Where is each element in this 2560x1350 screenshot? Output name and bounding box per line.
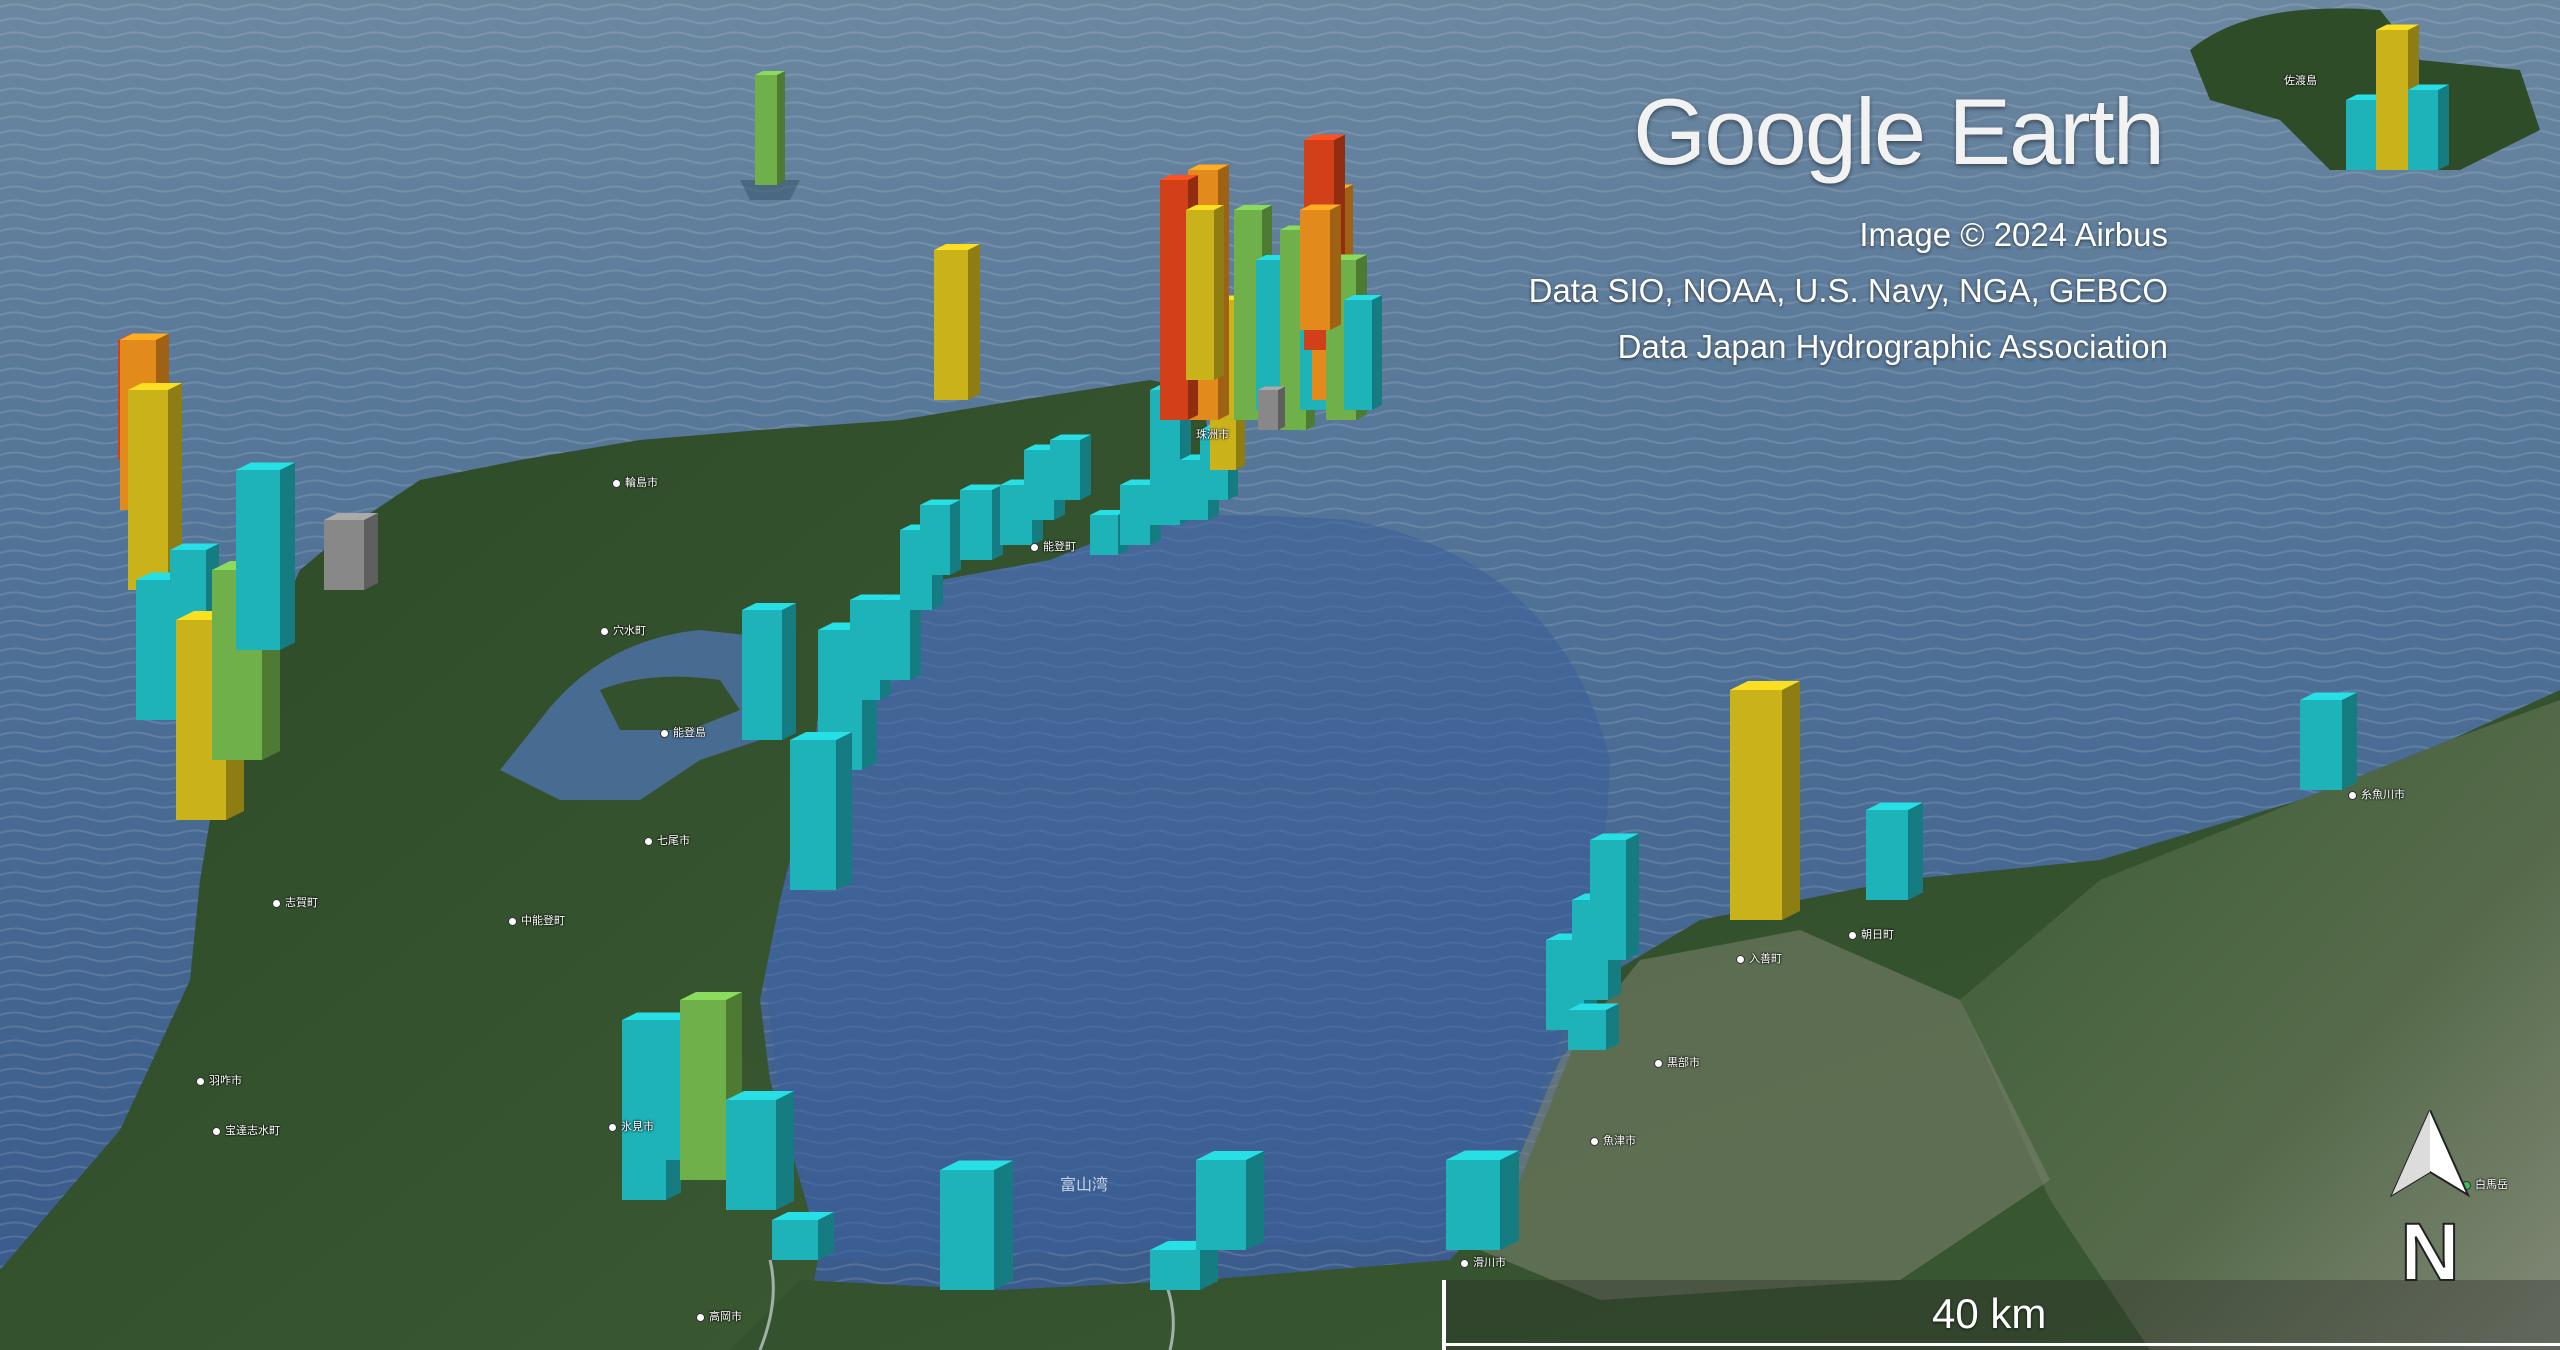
attribution-hydrographic: Data Japan Hydrographic Association: [1617, 328, 2168, 365]
place-marker-icon: [1030, 542, 1039, 552]
data-column-marker[interactable]: [1866, 802, 1923, 901]
place-marker-icon: [696, 1312, 705, 1322]
data-column-marker[interactable]: [1258, 386, 1285, 431]
place-label[interactable]: 輪島市: [612, 474, 658, 490]
place-label[interactable]: 中能登町: [508, 912, 565, 928]
place-marker-icon: [644, 836, 653, 846]
place-marker-icon: [196, 1076, 205, 1086]
google-earth-logo: Google Earth: [1633, 79, 2165, 184]
place-marker-icon: [1736, 954, 1745, 964]
attribution-data: Data SIO, NOAA, U.S. Navy, NGA, GEBCO: [1528, 272, 2168, 309]
place-label[interactable]: 糸魚川市: [2348, 786, 2405, 802]
place-label[interactable]: 七尾市: [644, 832, 690, 848]
map-scene[interactable]: 富山湾: [0, 0, 2560, 1350]
data-column-marker[interactable]: [934, 244, 980, 400]
place-marker-icon: [1654, 1058, 1663, 1068]
data-column-marker[interactable]: [324, 513, 378, 590]
data-column-marker[interactable]: [2300, 692, 2357, 791]
data-column-marker[interactable]: [1568, 1003, 1619, 1051]
place-label[interactable]: 珠洲市: [1196, 426, 1229, 442]
data-column-marker[interactable]: [1300, 204, 1341, 331]
north-label: N: [2400, 1207, 2459, 1290]
scale-bar-line: [1442, 1343, 2560, 1346]
data-column-marker[interactable]: [726, 1091, 794, 1210]
data-column-marker[interactable]: [1196, 1151, 1264, 1250]
place-marker-icon: [272, 898, 281, 908]
attribution-imagery: Image © 2024 Airbus: [1859, 216, 2168, 253]
place-label[interactable]: 宝達志水町: [212, 1122, 280, 1138]
place-label[interactable]: 能登町: [1030, 538, 1076, 554]
data-column-marker[interactable]: [1186, 205, 1224, 380]
place-label[interactable]: 魚津市: [1590, 1132, 1636, 1148]
scale-bar-tick: [1442, 1280, 1446, 1350]
data-column-marker[interactable]: [960, 484, 1003, 561]
place-label[interactable]: 志賀町: [272, 894, 318, 910]
data-column-marker[interactable]: [1446, 1150, 1519, 1251]
data-column-marker[interactable]: [940, 1160, 1013, 1291]
place-label[interactable]: 能登島: [660, 724, 706, 740]
place-marker-icon: [600, 626, 609, 636]
place-marker-icon: [2348, 790, 2357, 800]
scale-bar: 40 km: [1442, 1280, 2560, 1350]
data-column-marker[interactable]: [742, 603, 796, 740]
place-marker-icon: [1590, 1136, 1599, 1146]
place-label[interactable]: 黒部市: [1654, 1054, 1700, 1070]
place-label[interactable]: 穴水町: [600, 622, 646, 638]
data-column-marker[interactable]: [1590, 833, 1639, 961]
data-column-marker[interactable]: [1730, 681, 1800, 920]
place-marker-icon: [212, 1126, 221, 1136]
place-label[interactable]: 氷見市: [608, 1118, 654, 1134]
place-label[interactable]: 羽咋市: [196, 1072, 242, 1088]
north-arrow-icon[interactable]: N: [2380, 1110, 2480, 1290]
place-marker-icon: [612, 478, 621, 488]
place-label[interactable]: 朝日町: [1848, 926, 1894, 942]
data-column-marker[interactable]: [755, 71, 785, 185]
place-marker-icon: [1460, 1258, 1469, 1268]
data-column-marker[interactable]: [790, 732, 852, 890]
place-label[interactable]: 入善町: [1736, 950, 1782, 966]
place-marker-icon: [660, 728, 669, 738]
data-column-marker[interactable]: [236, 462, 295, 651]
place-marker-icon: [608, 1122, 617, 1132]
data-column-marker[interactable]: [2408, 84, 2449, 171]
scale-bar-label: 40 km: [1932, 1290, 2047, 1337]
data-column-marker[interactable]: [772, 1212, 834, 1260]
bay-label: 富山湾: [1060, 1175, 1108, 1194]
place-marker-icon: [1848, 930, 1857, 940]
data-column-marker[interactable]: [1344, 295, 1382, 410]
place-label[interactable]: 高岡市: [696, 1308, 742, 1324]
place-marker-icon: [508, 916, 517, 926]
data-column-marker[interactable]: [920, 499, 961, 576]
place-label[interactable]: 佐渡島: [2284, 72, 2317, 88]
data-column-marker[interactable]: [1050, 434, 1091, 501]
place-label[interactable]: 滑川市: [1460, 1254, 1506, 1270]
